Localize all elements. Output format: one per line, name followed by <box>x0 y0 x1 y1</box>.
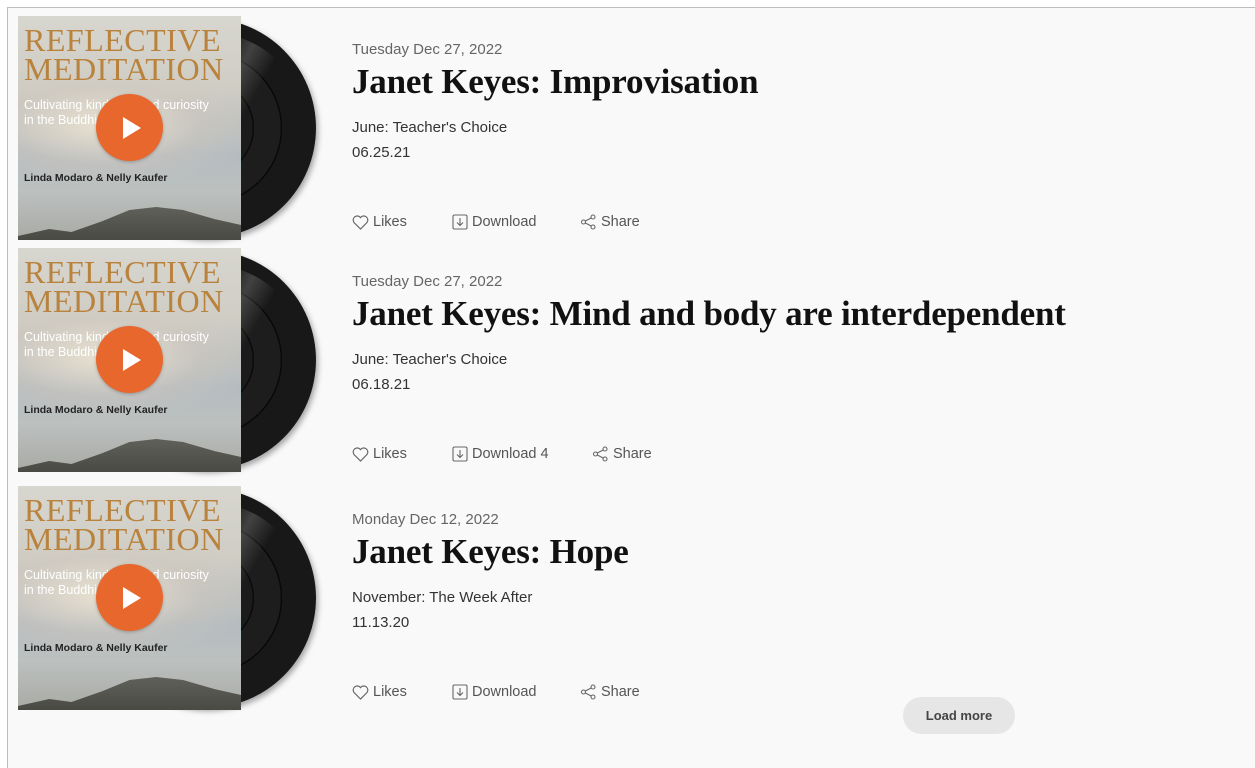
share-button[interactable]: Share <box>580 684 640 700</box>
share-icon <box>592 446 608 462</box>
download-button[interactable]: Download <box>452 214 537 230</box>
share-label: Share <box>601 214 640 230</box>
episode-item: REFLECTIVE MEDITATION Cultivating kindne… <box>8 16 1248 246</box>
share-button[interactable]: Share <box>592 446 652 462</box>
share-icon <box>580 684 596 700</box>
like-button[interactable]: Likes <box>352 684 407 700</box>
share-label: Share <box>613 446 652 462</box>
like-button[interactable]: Likes <box>352 446 407 462</box>
episode-artwork: REFLECTIVE MEDITATION Cultivating kindne… <box>18 248 318 472</box>
download-label: Download <box>472 684 537 700</box>
download-label: Download <box>472 214 537 230</box>
play-icon[interactable] <box>96 564 163 631</box>
play-icon[interactable] <box>96 94 163 161</box>
download-icon <box>452 684 468 700</box>
cover-title: MEDITATION <box>24 283 224 319</box>
download-label: Download 4 <box>472 446 549 462</box>
episode-title[interactable]: Janet Keyes: Hope <box>352 532 629 572</box>
episode-date: Tuesday Dec 27, 2022 <box>352 41 503 58</box>
heart-icon <box>352 214 369 230</box>
episode-item: REFLECTIVE MEDITATION Cultivating kindne… <box>8 486 1248 716</box>
cover-authors: Linda Modaro & Nelly Kaufer <box>24 172 168 184</box>
download-button[interactable]: Download <box>452 684 537 700</box>
cover-title: MEDITATION <box>24 521 224 557</box>
episode-date: Tuesday Dec 27, 2022 <box>352 273 503 290</box>
download-icon <box>452 446 468 462</box>
download-button[interactable]: Download 4 <box>452 446 549 462</box>
heart-icon <box>352 446 369 462</box>
like-label: Likes <box>373 446 407 462</box>
play-icon[interactable] <box>96 326 163 393</box>
episode-date: Monday Dec 12, 2022 <box>352 511 499 528</box>
episode-artwork: REFLECTIVE MEDITATION Cultivating kindne… <box>18 486 318 710</box>
episode-list: REFLECTIVE MEDITATION Cultivating kindne… <box>7 7 1255 768</box>
episode-artwork: REFLECTIVE MEDITATION Cultivating kindne… <box>18 16 318 240</box>
episode-title[interactable]: Janet Keyes: Improvisation <box>352 62 759 102</box>
download-icon <box>452 214 468 230</box>
share-icon <box>580 214 596 230</box>
share-button[interactable]: Share <box>580 214 640 230</box>
cover-title: MEDITATION <box>24 51 224 87</box>
cover-authors: Linda Modaro & Nelly Kaufer <box>24 404 168 416</box>
like-label: Likes <box>373 214 407 230</box>
share-label: Share <box>601 684 640 700</box>
episode-code: 06.25.21 <box>352 144 411 161</box>
episode-item: REFLECTIVE MEDITATION Cultivating kindne… <box>8 248 1248 478</box>
episode-category: June: Teacher's Choice <box>352 119 508 136</box>
episode-title[interactable]: Janet Keyes: Mind and body are interdepe… <box>352 294 1066 334</box>
load-more-button[interactable]: Load more <box>903 697 1015 734</box>
album-cover: REFLECTIVE MEDITATION Cultivating kindne… <box>18 16 241 240</box>
episode-category: November: The Week After <box>352 589 533 606</box>
like-label: Likes <box>373 684 407 700</box>
episode-code: 11.13.20 <box>352 614 410 631</box>
album-cover: REFLECTIVE MEDITATION Cultivating kindne… <box>18 486 241 710</box>
like-button[interactable]: Likes <box>352 214 407 230</box>
episode-category: June: Teacher's Choice <box>352 351 508 368</box>
episode-code: 06.18.21 <box>352 376 411 393</box>
album-cover: REFLECTIVE MEDITATION Cultivating kindne… <box>18 248 241 472</box>
heart-icon <box>352 684 369 700</box>
cover-authors: Linda Modaro & Nelly Kaufer <box>24 642 168 654</box>
